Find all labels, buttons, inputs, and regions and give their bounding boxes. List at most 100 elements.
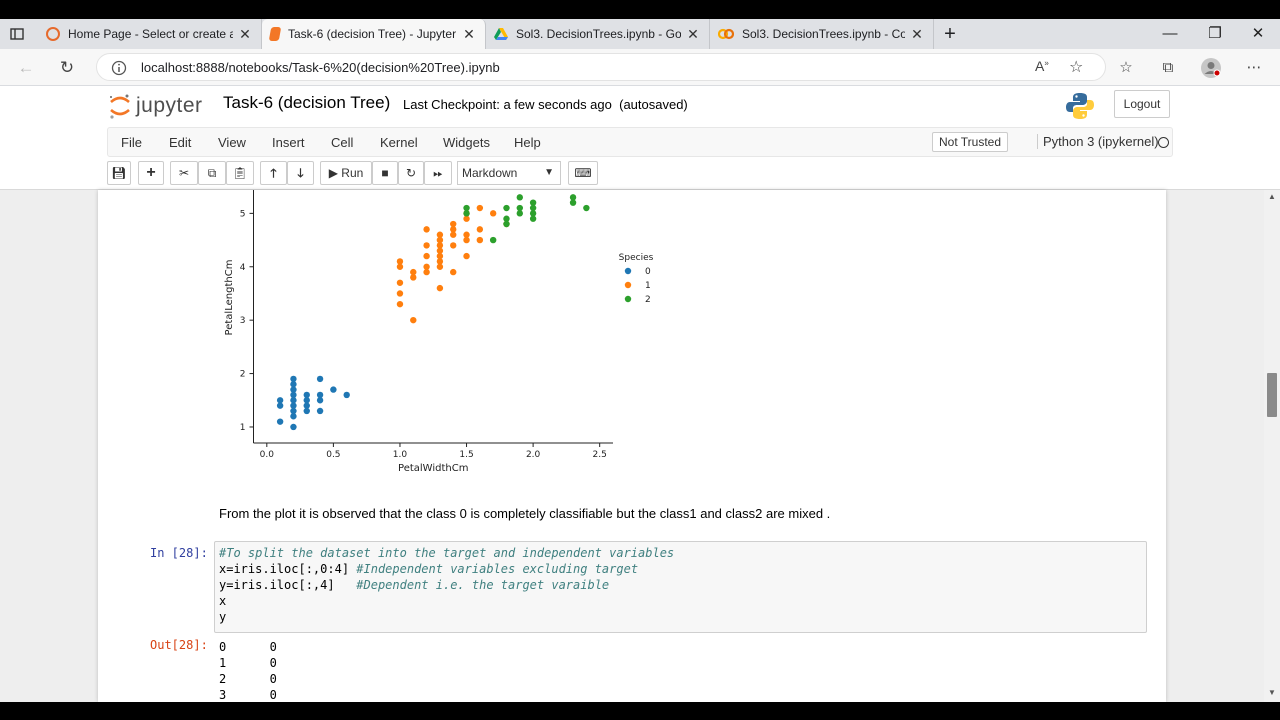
reload-button[interactable]: ↻: [54, 55, 80, 81]
data-point: [516, 194, 523, 201]
data-point: [450, 242, 457, 249]
read-aloud-icon[interactable]: A»: [1035, 58, 1049, 74]
restart-run-all-button[interactable]: ⏩︎: [424, 161, 452, 185]
code-line-4: x: [219, 594, 227, 608]
notebook-toolbar: 💾︎ + ✂ ⧉ 📋︎ 🡑 🡓 ▶ Run ■ ↻ ⏩︎ Markdown ▼: [107, 161, 1173, 187]
avatar-icon: [1201, 58, 1221, 78]
data-point: [476, 236, 484, 244]
data-point: [330, 386, 337, 393]
interrupt-button[interactable]: ■: [372, 161, 398, 185]
data-point: [436, 231, 444, 238]
move-down-button[interactable]: 🡓: [287, 161, 314, 185]
x-tick-label: 1.5: [459, 450, 473, 460]
data-point: [423, 252, 430, 260]
collections-icon[interactable]: ⧉: [1157, 57, 1179, 79]
url-box[interactable]: localhost:8888/notebooks/Task-6%20(decis…: [96, 53, 1106, 81]
y-tick-label: 5: [240, 209, 246, 219]
tab-actions-icon: [10, 28, 24, 40]
autosave-status: (autosaved): [619, 97, 688, 112]
y-tick-label: 2: [240, 370, 246, 380]
cell-type-select[interactable]: Markdown ▼: [457, 161, 561, 185]
cell-type-value: Markdown: [462, 166, 518, 180]
checkpoint-value: a few seconds ago: [503, 97, 612, 112]
kernel-name[interactable]: Python 3 (ipykernel): [1037, 134, 1159, 149]
data-point: [290, 423, 297, 431]
chevron-down-icon: ▼: [544, 167, 554, 178]
markdown-cell-text[interactable]: From the plot it is observed that the cl…: [219, 506, 830, 521]
menu-kernel[interactable]: Kernel: [380, 135, 418, 150]
menu-widgets[interactable]: Widgets: [443, 135, 490, 150]
data-point: [410, 316, 417, 324]
paste-button[interactable]: 📋︎: [226, 161, 254, 185]
insert-cell-button[interactable]: +: [138, 161, 164, 185]
minimize-button[interactable]: —: [1148, 19, 1192, 49]
data-point: [436, 284, 444, 292]
output-index: 0: [219, 640, 227, 654]
tab-actions-button[interactable]: [0, 19, 38, 49]
tab-drive[interactable]: Sol3. DecisionTrees.ipynb - Goog ✕: [486, 19, 710, 49]
data-point: [396, 279, 404, 286]
favorites-icon[interactable]: ☆: [1115, 57, 1137, 79]
command-palette-button[interactable]: ⌨: [568, 161, 598, 185]
tab-home[interactable]: Home Page - Select or create a n ✕: [38, 19, 262, 49]
restore-button[interactable]: ❐: [1193, 19, 1237, 49]
close-icon[interactable]: ✕: [685, 26, 701, 43]
not-trusted-badge[interactable]: Not Trusted: [932, 132, 1009, 152]
close-icon[interactable]: ✕: [237, 26, 253, 43]
code-line-3: y=iris.iloc[:,4] #Dependent i.e. the tar…: [219, 578, 609, 592]
code-cell-editor[interactable]: #To split the dataset into the target an…: [214, 541, 1147, 633]
cut-button[interactable]: ✂: [170, 161, 198, 185]
menu-bar: File Edit View Insert Cell Kernel Widget…: [107, 127, 1173, 157]
tab-colab[interactable]: Sol3. DecisionTrees.ipynb - Colab ✕: [710, 19, 934, 49]
scroll-up-arrow-icon[interactable]: ▲: [1267, 192, 1277, 201]
new-tab-button[interactable]: +: [934, 19, 966, 49]
data-point: [489, 236, 497, 244]
window-close-button[interactable]: ✕: [1236, 19, 1280, 49]
menu-file[interactable]: File: [121, 135, 142, 150]
menu-cell[interactable]: Cell: [331, 135, 353, 150]
scroll-down-arrow-icon[interactable]: ▼: [1267, 688, 1277, 697]
jupyter-logo[interactable]: jupyter: [108, 92, 203, 120]
output-value: 0: [269, 656, 277, 670]
menu-edit[interactable]: Edit: [169, 135, 191, 150]
x-tick-label: 2.0: [526, 450, 541, 460]
tab-title: Home Page - Select or create a n: [68, 27, 233, 41]
run-button[interactable]: ▶ Run: [320, 161, 372, 185]
y-tick-label: 1: [240, 423, 246, 433]
plus-icon: +: [944, 22, 956, 45]
page-scrollbar[interactable]: ▲ ▼: [1264, 190, 1280, 702]
save-button[interactable]: 💾︎: [107, 161, 131, 185]
stop-icon: ■: [381, 166, 389, 180]
close-icon[interactable]: ✕: [461, 26, 477, 43]
jupyter-page: jupyter Task-6 (decision Tree) Last Chec…: [0, 86, 1280, 702]
y-tick-label: 4: [240, 263, 246, 273]
data-point: [303, 407, 310, 415]
input-prompt: In [28]:: [150, 546, 208, 560]
data-point: [396, 258, 404, 265]
notebook-title[interactable]: Task-6 (decision Tree): [223, 93, 390, 113]
data-point: [410, 268, 417, 276]
output-value: 0: [269, 672, 277, 686]
add-favorite-icon[interactable]: ☆: [1069, 57, 1083, 77]
more-menu-icon[interactable]: ⋯: [1243, 57, 1265, 79]
code-line-5: y: [219, 610, 227, 624]
back-button[interactable]: ←: [13, 55, 39, 81]
logout-button[interactable]: Logout: [1114, 90, 1170, 118]
data-point: [343, 391, 350, 399]
info-icon[interactable]: [111, 60, 127, 76]
kernel-status-icon: [1158, 137, 1169, 148]
restart-button[interactable]: ↻: [398, 161, 424, 185]
menu-help[interactable]: Help: [514, 135, 541, 150]
copy-button[interactable]: ⧉: [198, 161, 226, 185]
tab-task6[interactable]: Task-6 (decision Tree) - Jupyter N ✕: [262, 19, 486, 49]
x-tick-label: 0.5: [326, 450, 340, 460]
move-up-button[interactable]: 🡑: [260, 161, 287, 185]
output-prompt: Out[28]:: [150, 638, 208, 652]
menu-view[interactable]: View: [218, 135, 246, 150]
data-point: [303, 391, 310, 399]
profile-avatar[interactable]: [1200, 57, 1222, 79]
output-value: 0: [269, 640, 277, 654]
scrollbar-thumb[interactable]: [1267, 373, 1277, 417]
close-icon[interactable]: ✕: [909, 26, 925, 43]
menu-insert[interactable]: Insert: [272, 135, 305, 150]
